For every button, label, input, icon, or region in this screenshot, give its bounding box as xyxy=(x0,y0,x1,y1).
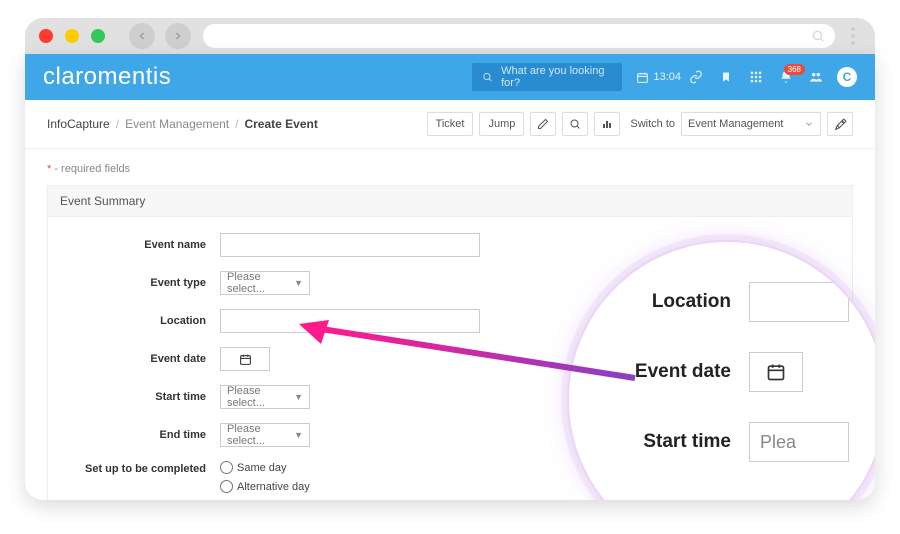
project-select[interactable]: Event Management xyxy=(681,112,821,136)
close-dot[interactable] xyxy=(39,29,53,43)
mag-input-event-date xyxy=(749,352,803,392)
input-event-date[interactable] xyxy=(220,347,270,371)
caret-icon: ▼ xyxy=(294,430,303,440)
edit-button[interactable] xyxy=(530,112,556,136)
search-icon xyxy=(811,29,825,43)
switch-to-label: Switch to xyxy=(630,118,675,130)
people-icon[interactable] xyxy=(801,70,831,84)
tools-icon xyxy=(834,118,847,131)
mag-input-location xyxy=(749,282,849,322)
apps-icon[interactable] xyxy=(741,70,771,84)
report-button[interactable] xyxy=(594,112,620,136)
mag-label-event-date: Event date xyxy=(619,361,749,383)
search-icon xyxy=(569,118,581,130)
breadcrumb: InfoCapture / Event Management / Create … xyxy=(47,117,318,131)
input-location[interactable] xyxy=(220,309,480,333)
select-end-time[interactable]: Please select...▼ xyxy=(220,423,310,447)
chevron-down-icon xyxy=(804,119,814,129)
global-search[interactable]: What are you looking for? xyxy=(472,63,622,91)
forward-button[interactable] xyxy=(165,23,191,49)
search-placeholder: What are you looking for? xyxy=(501,65,612,89)
calendar-icon xyxy=(636,71,649,84)
select-event-type[interactable]: Please select...▼ xyxy=(220,271,310,295)
breadcrumb-current: Create Event xyxy=(244,117,317,131)
calendar-icon xyxy=(239,353,252,366)
label-event-type: Event type xyxy=(60,277,220,289)
mag-label-start-time: Start time xyxy=(619,431,749,453)
caret-icon: ▼ xyxy=(294,278,303,288)
calendar-icon xyxy=(766,362,786,382)
browser-chrome xyxy=(25,18,875,54)
label-location: Location xyxy=(60,315,220,327)
avatar[interactable]: C xyxy=(837,67,857,87)
breadcrumb-root[interactable]: InfoCapture xyxy=(47,117,110,131)
clock-widget[interactable]: 13:04 xyxy=(636,71,681,84)
mag-select-start-time: Plea xyxy=(749,422,849,462)
panel-title: Event Summary xyxy=(48,186,852,217)
input-event-name[interactable] xyxy=(220,233,480,257)
browser-menu[interactable] xyxy=(845,27,861,45)
maximize-dot[interactable] xyxy=(91,29,105,43)
required-note: * - required fields xyxy=(47,163,853,175)
brand-logo: claromentis xyxy=(43,63,171,91)
label-setup-completed: Set up to be completed xyxy=(60,461,220,475)
caret-icon: ▼ xyxy=(294,392,303,402)
minimize-dot[interactable] xyxy=(65,29,79,43)
label-event-name: Event name xyxy=(60,239,220,251)
search-icon xyxy=(482,71,493,83)
barchart-icon xyxy=(601,118,613,130)
settings-button[interactable] xyxy=(827,112,853,136)
sub-header: InfoCapture / Event Management / Create … xyxy=(25,100,875,149)
bookmark-icon[interactable] xyxy=(711,70,741,84)
jump-button[interactable]: Jump xyxy=(479,112,524,136)
window-controls xyxy=(39,29,105,43)
label-event-date: Event date xyxy=(60,353,220,365)
select-start-time[interactable]: Please select...▼ xyxy=(220,385,310,409)
label-start-time: Start time xyxy=(60,391,220,403)
radio-alternative-day[interactable]: Alternative day xyxy=(220,480,310,493)
notifications-icon[interactable]: 368 xyxy=(771,70,801,84)
back-button[interactable] xyxy=(129,23,155,49)
link-icon[interactable] xyxy=(681,70,711,84)
label-end-time: End time xyxy=(60,429,220,441)
edit-icon xyxy=(537,118,549,130)
clock-time: 13:04 xyxy=(653,71,681,83)
radio-same-day[interactable]: Same day xyxy=(220,461,310,474)
breadcrumb-mid[interactable]: Event Management xyxy=(125,117,229,131)
url-bar[interactable] xyxy=(203,24,835,48)
mag-label-location: Location xyxy=(619,291,749,313)
ticket-button[interactable]: Ticket xyxy=(427,112,474,136)
search-button[interactable] xyxy=(562,112,588,136)
topbar: claromentis What are you looking for? 13… xyxy=(25,54,875,100)
